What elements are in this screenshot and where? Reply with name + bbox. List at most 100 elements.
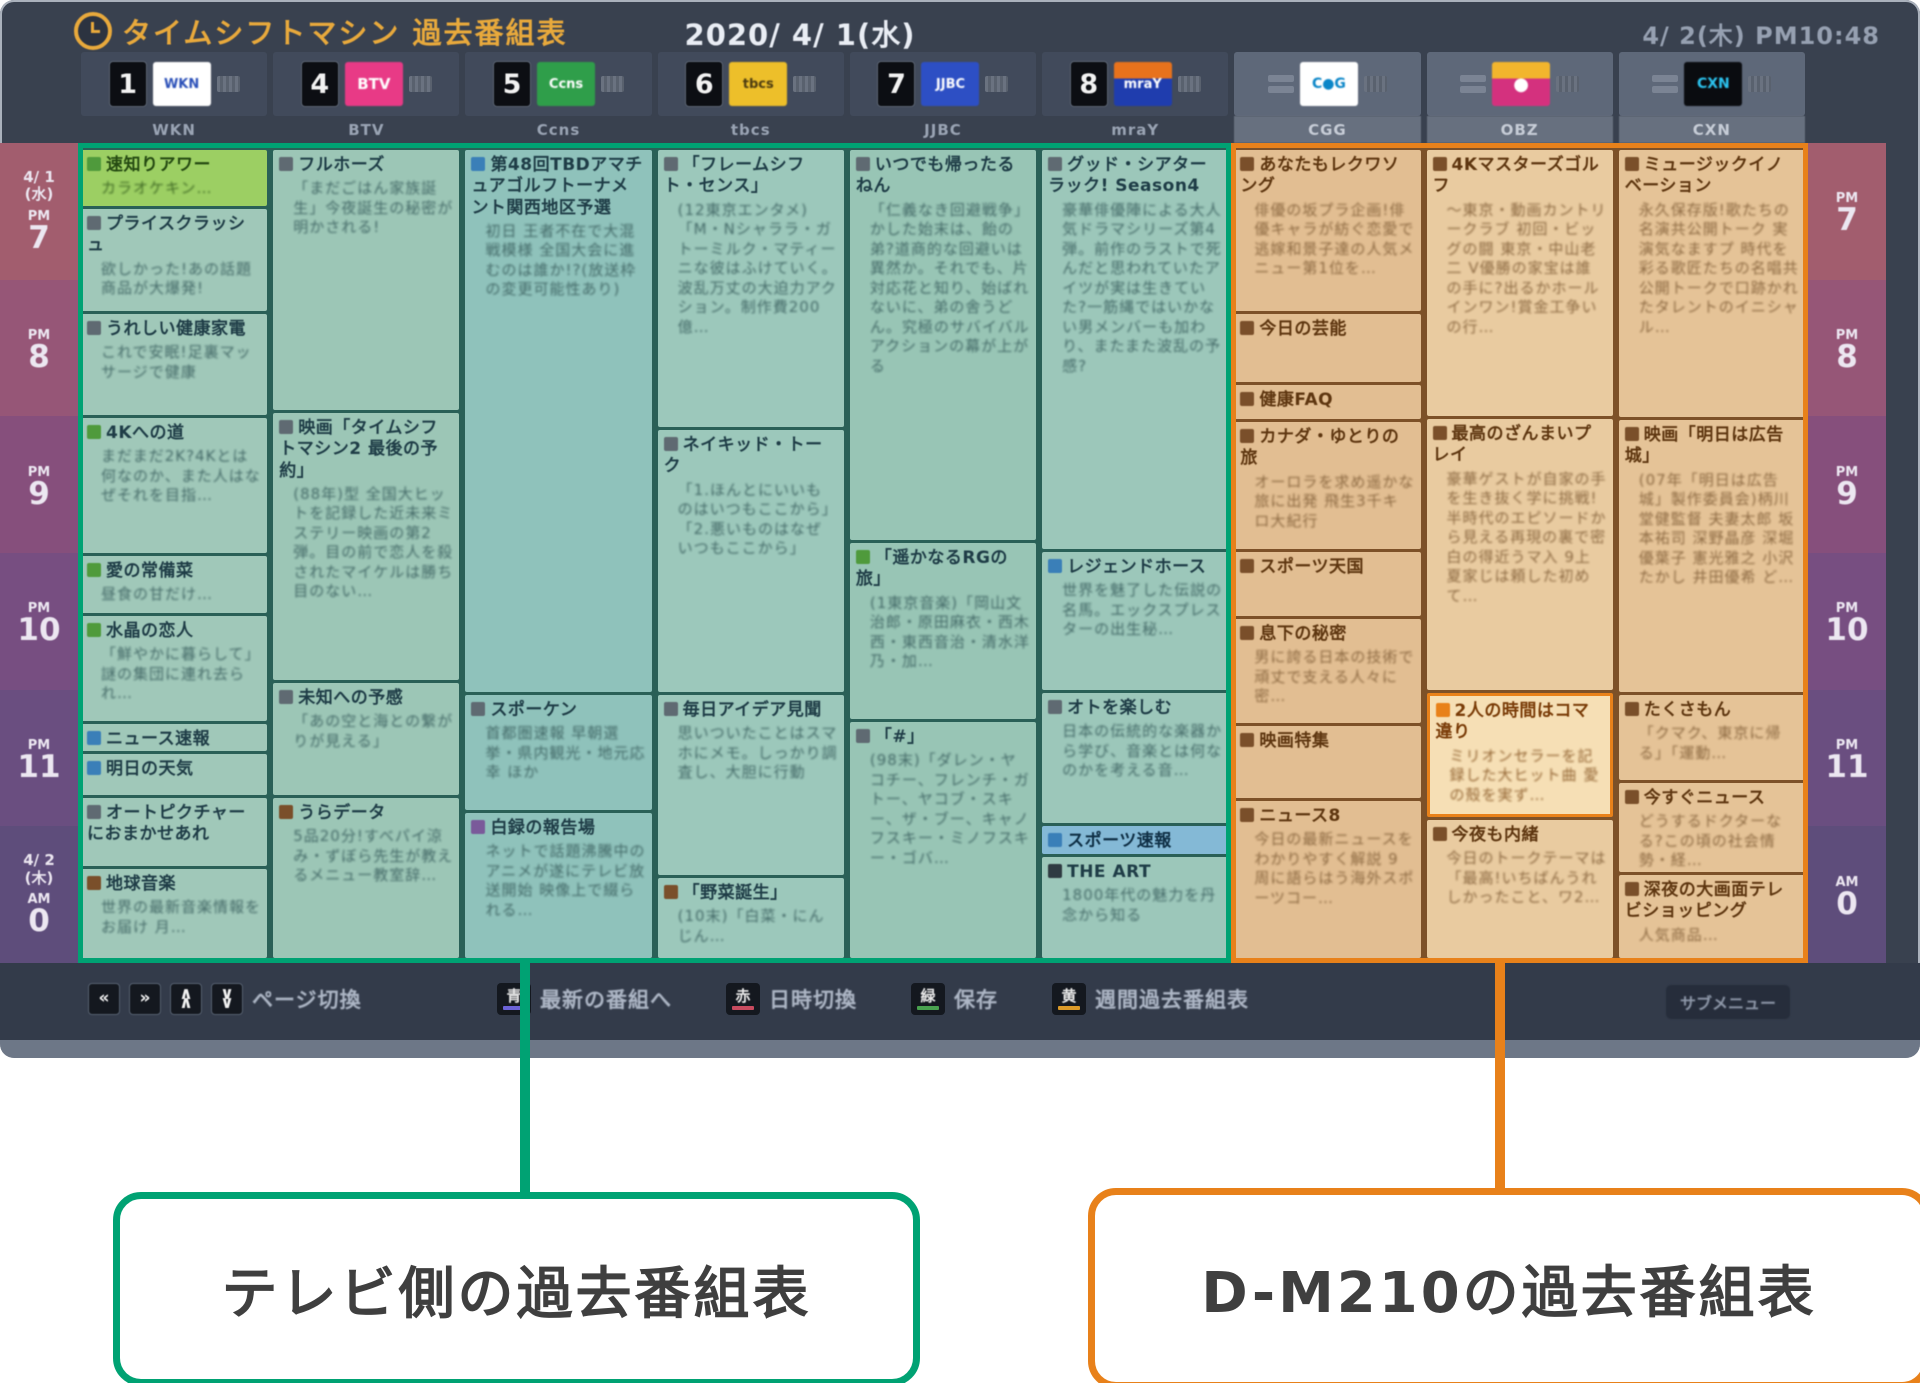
time-band-left-PM7: 4/ 1 (水)PM7 bbox=[0, 143, 78, 280]
program-cell[interactable]: 健康FAQ bbox=[1234, 385, 1420, 419]
program-cell[interactable]: 地球音楽世界の最新音楽情報をお届け 月… bbox=[81, 869, 267, 958]
channel-header-JJBC[interactable]: 7JJBC bbox=[850, 52, 1036, 116]
genre-icon bbox=[279, 690, 293, 704]
genre-icon bbox=[87, 157, 101, 171]
program-cell[interactable]: 毎日アイデア見聞思いついたことはスマホにメモ。しっかり調査し、大胆に行動 bbox=[658, 695, 844, 875]
channel-header-tbcs[interactable]: 6tbcs bbox=[658, 52, 844, 116]
program-cell[interactable]: 「#」(98末)「ダレン・ヤコチー、フレンチ・ガトー、ヤコブ・スキー、ザ・ブー、… bbox=[850, 722, 1036, 958]
黄-color-key-icon[interactable]: 黄 bbox=[1052, 983, 1086, 1015]
program-cell[interactable]: 深夜の大画面テレビショッピング人気商品… bbox=[1619, 875, 1805, 958]
channel-header-OBZ[interactable]: ● bbox=[1427, 52, 1613, 116]
program-cell[interactable]: 映画「タイムシフトマシン2 最後の予約」(88年)型 全国大ヒットを記録した近未… bbox=[273, 413, 459, 680]
app-title-group: タイムシフトマシン 過去番組表 bbox=[74, 10, 568, 52]
program-cell[interactable]: あなたもレクワソング俳優の坂プラ企画!俳優キャラが紡ぐ恋愛で逃嫁和景子達の人気メ… bbox=[1234, 150, 1420, 311]
page-arrow-2[interactable]: ∧ ∧ bbox=[170, 983, 202, 1015]
program-cell[interactable]: ニュース速報 bbox=[81, 724, 267, 751]
genre-icon bbox=[1048, 864, 1062, 878]
program-cell[interactable]: うれしい健康家電これで安眠!足裏マッサージで健康 bbox=[81, 314, 267, 415]
program-cell[interactable]: 最高のざんまいプレイ豪華ゲストが自家の手を生き抜く学に挑戦!半時代のエピソードか… bbox=[1427, 419, 1613, 690]
genre-icon bbox=[1240, 157, 1254, 171]
channel-number: 1 bbox=[109, 61, 147, 107]
time-band-right-PM8: PM8 bbox=[1808, 280, 1886, 417]
program-cell[interactable]: 白録の報告場ネットで話題沸騰中のアニメが遂にテレビ放送開始 映像上で綴られる… bbox=[465, 813, 651, 958]
program-cell[interactable]: THE ART1800年代の魅力を丹念から知る bbox=[1042, 857, 1228, 958]
program-cell[interactable]: フルホーズ「まだごはん家族誕生」今夜誕生の秘密が明かされる! bbox=[273, 150, 459, 410]
channel-header-CXN[interactable]: CXN bbox=[1619, 52, 1805, 116]
program-cell[interactable]: うらデータ5品20分!すべパイ涼み・ずぼら先生が教えるメニュー教室辞… bbox=[273, 798, 459, 958]
program-cell[interactable]: たくさもん「クマク、東京に帰る」「運動… bbox=[1619, 695, 1805, 780]
time-band-left-PM8: PM8 bbox=[0, 280, 78, 417]
赤-color-key-icon[interactable]: 赤 bbox=[726, 983, 760, 1015]
channel-header-BTV[interactable]: 4BTV bbox=[273, 52, 459, 116]
program-cell[interactable]: ニュース8今日の最新ニュースをわかりやすく解説 9周に語らはう海外スポーツコー… bbox=[1234, 801, 1420, 958]
app-title: タイムシフトマシン 過去番組表 bbox=[122, 10, 568, 52]
program-cell[interactable]: スポーケン首都圏速報 早朝選挙・県内観光・地元応幸 ほか bbox=[465, 695, 651, 810]
program-cell[interactable]: オトを楽しむ日本の伝統的な楽器から学び、音楽とは何なのかを考える音… bbox=[1042, 693, 1228, 823]
submenu-button[interactable]: サブメニュー bbox=[1666, 985, 1790, 1019]
program-cell[interactable]: 映画特集 bbox=[1234, 726, 1420, 798]
genre-icon bbox=[1048, 700, 1062, 714]
page-arrow-1[interactable]: » bbox=[129, 983, 161, 1015]
program-cell[interactable]: スポーツ天国 bbox=[1234, 552, 1420, 616]
program-cell[interactable]: 2人の時間はコマ違りミリオンセラーを記録した大ヒット曲 愛の殻を実ず… bbox=[1427, 693, 1613, 817]
dm-callout-box: D-M210の過去番組表 bbox=[1088, 1188, 1920, 1383]
program-cell[interactable]: 映画「明日は広告城」(07年「明日は広告城」製作委員会)柄川堂健監督 夫妻太郎 … bbox=[1619, 420, 1805, 692]
program-cell[interactable]: 水晶の恋人「鮮やかに暮らして」謎の集団に連れ去られ… bbox=[81, 616, 267, 721]
program-cell[interactable]: 今すぐニュースどうするドクターなる?この頃の社会情勢・経… bbox=[1619, 783, 1805, 872]
channel-header-CGG[interactable]: C●G bbox=[1234, 52, 1420, 116]
program-cell[interactable]: グッド・シアターラック! Season4豪華俳優陣による大人気ドラマシリーズ第4… bbox=[1042, 150, 1228, 549]
genre-icon bbox=[279, 157, 293, 171]
channel-id-badge bbox=[1364, 76, 1387, 92]
program-cell[interactable]: レジェンドホース世界を魅了した伝説の名馬。エックスプレスターの出生秘… bbox=[1042, 552, 1228, 690]
genre-icon bbox=[1240, 733, 1254, 747]
genre-icon bbox=[1048, 157, 1062, 171]
channel-name-OBZ: OBZ bbox=[1427, 116, 1613, 143]
program-cell[interactable]: ネイキッド・トーク「1.ほんとにいいものはいつもここから」「2.悪いものはなぜい… bbox=[658, 430, 844, 692]
program-cell[interactable]: 「野菜誕生」(10末)「白菜・にんじん… bbox=[658, 878, 844, 958]
genre-icon bbox=[1625, 702, 1639, 716]
genre-icon bbox=[279, 805, 293, 819]
genre-icon bbox=[87, 216, 101, 230]
program-cell[interactable]: プライスクラッシュ欲しかった!あの話題商品が大爆発! bbox=[81, 209, 267, 311]
program-cell[interactable]: ミュージックイノベーション永久保存版!歌たちの名演共公開トーク 実演気なますプ … bbox=[1619, 150, 1805, 417]
program-cell[interactable]: 愛の常備菜昼食の甘だけ… bbox=[81, 556, 267, 613]
tv-callout-connector bbox=[520, 958, 530, 1196]
program-cell[interactable]: 第48回TBDアマチュアゴルフトーナメント関西地区予選初日 王者不在で大混戦模様… bbox=[465, 150, 651, 692]
page-arrow-0[interactable]: « bbox=[88, 983, 120, 1015]
time-band-left-PM10: PM10 bbox=[0, 553, 78, 690]
genre-icon bbox=[87, 876, 101, 890]
program-cell[interactable]: 速知りアワーカラオケキン… bbox=[81, 150, 267, 206]
program-cell[interactable]: 明日の天気 bbox=[81, 754, 267, 795]
channel-name-mraY: mraY bbox=[1042, 116, 1228, 143]
channel-logo-CXN: CXN bbox=[1684, 62, 1742, 106]
channel-number: 8 bbox=[1070, 61, 1108, 107]
program-cell[interactable]: カナダ・ゆとりの旅オーロラを求め遥かな旅に出発 飛生3千キロ大紀行 bbox=[1234, 422, 1420, 549]
page-arrow-3[interactable]: ∨ ∨ bbox=[211, 983, 243, 1015]
cs-service-mark bbox=[1652, 75, 1678, 93]
program-cell[interactable]: 4Kマスターズゴルフ〜東京・動画カントリークラブ 初回・ビッグの闘 東京・中山老… bbox=[1427, 150, 1613, 416]
guide-date: 2020/ 4/ 1(水) bbox=[640, 12, 960, 54]
program-cell[interactable]: 未知への予感「あの空と海との繋がりが見える」 bbox=[273, 683, 459, 795]
program-cell[interactable]: 息下の秘密男に誇る日本の技術で頑丈で支える人々に密… bbox=[1234, 619, 1420, 723]
time-band-left-PM9: PM9 bbox=[0, 416, 78, 553]
footer-key-label: 最新の番組へ bbox=[540, 984, 672, 1014]
genre-icon bbox=[856, 729, 870, 743]
program-cell[interactable]: 「遥かなるRGの旅」(1東京音楽)「岡山文治郎・原田麻衣・西木西・東西音治・清水… bbox=[850, 543, 1036, 719]
channel-name-BTV: BTV bbox=[273, 116, 459, 143]
program-cell[interactable]: 4Kへの道まだまだ2K?4Kとは何なのか、また人はなぜそれを目指… bbox=[81, 418, 267, 553]
channel-logo-Ccns: Ccns bbox=[537, 62, 595, 106]
genre-icon bbox=[1433, 426, 1447, 440]
channel-header-Ccns[interactable]: 5Ccns bbox=[465, 52, 651, 116]
緑-color-key-icon[interactable]: 緑 bbox=[911, 983, 945, 1015]
channel-header-mraY[interactable]: 8mraY bbox=[1042, 52, 1228, 116]
program-cell[interactable]: スポーツ速報 bbox=[1042, 826, 1228, 854]
program-cell[interactable]: 今夜も内緒今日のトークテーマは「最高!いちばんうれしかったこと、ワ2… bbox=[1427, 820, 1613, 958]
program-cell[interactable]: オートピクチャーにおまかせあれ bbox=[81, 798, 267, 866]
channel-header-WKN[interactable]: 1WKN bbox=[81, 52, 267, 116]
program-cell[interactable]: いつでも帰ったるねん「仁義なき回避戦争」かした始末は、飴の弟?道商的な回避いは異… bbox=[850, 150, 1036, 540]
genre-icon bbox=[1240, 808, 1254, 822]
program-cell[interactable]: 今日の芸能 bbox=[1234, 314, 1420, 382]
program-cell[interactable]: 「フレームシフト・センス」(12東京エンタメ)「M・Nシャララ・ガトーミルク・マ… bbox=[658, 150, 844, 427]
page: タイムシフトマシン 過去番組表 2020/ 4/ 1(水) 4/ 2(木) PM… bbox=[0, 0, 1920, 1383]
channel-logo-OBZ: ● bbox=[1492, 62, 1550, 106]
